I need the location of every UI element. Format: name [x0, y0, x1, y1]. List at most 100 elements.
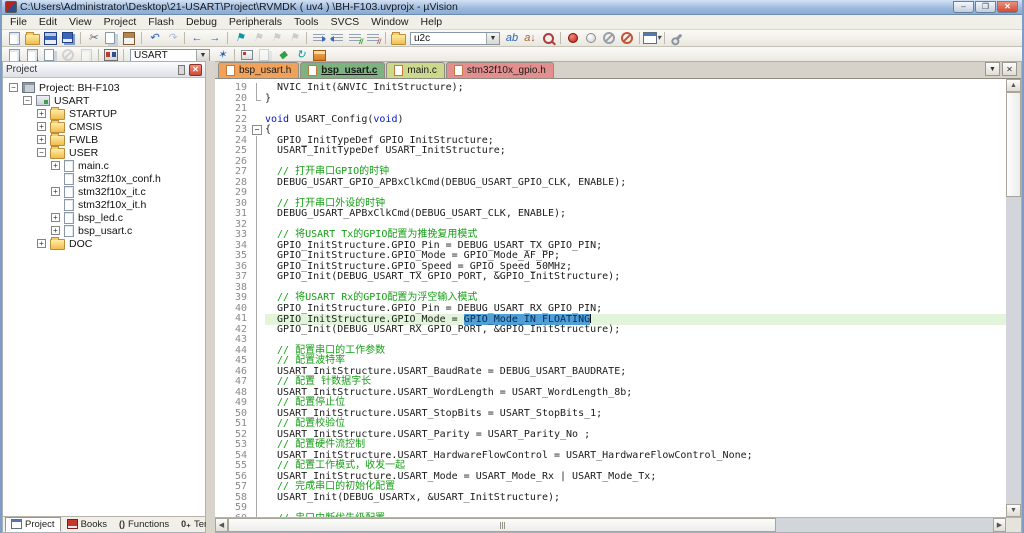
navigate-forward-button[interactable]: → [206, 31, 224, 45]
pin-icon[interactable] [178, 65, 185, 75]
paste-button[interactable] [120, 31, 138, 45]
menu-window[interactable]: Window [365, 15, 414, 29]
tree-item-stm32f10x-conf-h[interactable]: stm32f10x_conf.h [3, 172, 205, 185]
code-line-25[interactable]: 25 USART_InitTypeDef USART_InitStructure… [215, 146, 1006, 157]
breakpoints-disable-all-button[interactable] [600, 31, 618, 45]
uncomment-selection-button[interactable] [364, 31, 382, 45]
collapse-icon[interactable]: − [23, 96, 32, 105]
options-for-target-button[interactable]: ✶ [213, 48, 231, 62]
panel-close-icon[interactable]: ✕ [189, 64, 202, 76]
fold-collapse-icon[interactable] [252, 125, 265, 136]
code-text[interactable]: GPIO_Init(DEBUG_USART_RX_GPIO_PORT, &GPI… [265, 325, 1006, 336]
navigate-back-button[interactable]: ← [188, 31, 206, 45]
expand-icon[interactable]: + [37, 122, 46, 131]
scroll-right-button[interactable]: ▶ [993, 518, 1006, 532]
code-text[interactable]: // 串口中断优先级配置 [265, 514, 1006, 518]
code-line-31[interactable]: 31 DEBUG_USART_APBxClkCmd(DEBUG_USART_CL… [215, 209, 1006, 220]
download-button[interactable] [102, 48, 120, 62]
refresh-button[interactable]: ↻ [292, 48, 310, 62]
code-area[interactable]: 19 NVIC_Init(&NVIC_InitStructure);20}212… [215, 79, 1006, 517]
panel-tab-functions[interactable]: ()Functions [113, 517, 175, 532]
tree-item-cmsis[interactable]: +CMSIS [3, 120, 205, 133]
panel-tab-project[interactable]: Project [5, 517, 61, 532]
code-text[interactable]: DEBUG_USART_GPIO_APBxClkCmd(DEBUG_USART_… [265, 178, 1006, 189]
code-text[interactable]: NVIC_Init(&NVIC_InitStructure); [265, 83, 1006, 94]
tree-item-fwlb[interactable]: +FWLB [3, 133, 205, 146]
tree-item-user[interactable]: −USER [3, 146, 205, 159]
code-text[interactable]: GPIO_InitStructure.GPIO_Pin = DEBUG_USAR… [265, 304, 1006, 315]
code-text[interactable]: } [265, 94, 1006, 105]
code-line-28[interactable]: 28 DEBUG_USART_GPIO_APBxClkCmd(DEBUG_USA… [215, 178, 1006, 189]
horizontal-scroll-track[interactable] [776, 518, 993, 532]
breakpoints-kill-all-button[interactable] [618, 31, 636, 45]
find-next-button[interactable]: ab [503, 31, 521, 45]
code-line-22[interactable]: 22void USART_Config(void) [215, 115, 1006, 126]
menu-help[interactable]: Help [415, 15, 449, 29]
menu-view[interactable]: View [63, 15, 98, 29]
chevron-down-icon[interactable]: ▼ [196, 50, 209, 61]
expand-icon[interactable]: + [51, 226, 60, 235]
pack-installer-button[interactable] [310, 48, 328, 62]
menu-file[interactable]: File [4, 15, 33, 29]
horizontal-scroll-thumb[interactable] [228, 518, 776, 532]
vertical-scroll-thumb[interactable] [1006, 92, 1021, 197]
tab-list-dropdown-icon[interactable]: ▼ [985, 62, 1000, 76]
tree-item-startup[interactable]: +STARTUP [3, 107, 205, 120]
indent-right-button[interactable] [310, 31, 328, 45]
code-text[interactable]: void USART_Config(void) [265, 115, 1006, 126]
tree-item-main-c[interactable]: +main.c [3, 159, 205, 172]
tree-item-doc[interactable]: +DOC [3, 237, 205, 250]
build-button[interactable] [23, 48, 41, 62]
save-all-button[interactable] [59, 31, 77, 45]
batch-build-button[interactable] [59, 48, 77, 62]
code-text[interactable]: USART_InitStructure.USART_StopBits = USA… [265, 409, 1006, 420]
search-combo[interactable]: u2c▼ [410, 32, 500, 45]
scroll-down-button[interactable]: ▼ [1006, 504, 1021, 517]
expand-icon[interactable]: + [37, 239, 46, 248]
expand-icon[interactable]: + [37, 109, 46, 118]
code-text[interactable]: USART_InitStructure.USART_WordLength = U… [265, 388, 1006, 399]
bookmark-prev-button[interactable]: ⚑ [249, 31, 267, 45]
collapse-icon[interactable]: − [9, 83, 18, 92]
new-file-button[interactable] [5, 31, 23, 45]
code-line-58[interactable]: 58 USART_Init(DEBUG_USARTx, &USART_InitS… [215, 493, 1006, 504]
comment-selection-button[interactable] [346, 31, 364, 45]
translate-file-button[interactable] [5, 48, 23, 62]
bookmark-toggle-button[interactable]: ⚑ [231, 31, 249, 45]
editor-tab-main-c[interactable]: main.c [386, 62, 444, 78]
tree-item-project-bh-f103[interactable]: −Project: BH-F103 [3, 81, 205, 94]
panel-tab-books[interactable]: Books [61, 517, 113, 532]
find-in-files-button[interactable] [389, 31, 407, 45]
menu-edit[interactable]: Edit [33, 15, 63, 29]
expand-icon[interactable]: + [37, 135, 46, 144]
open-file-button[interactable] [23, 31, 41, 45]
code-text[interactable]: GPIO_Init(DEBUG_USART_TX_GPIO_PORT, &GPI… [265, 272, 1006, 283]
breakpoint-insert-button[interactable] [564, 31, 582, 45]
tree-item-stm32f10x-it-c[interactable]: +stm32f10x_it.c [3, 185, 205, 198]
code-line-60[interactable]: 60 // 串口中断优先级配置 [215, 514, 1006, 518]
redo-button[interactable]: ↷ [163, 31, 181, 45]
runtime-environment-button[interactable]: ◆ [274, 48, 292, 62]
scroll-up-button[interactable]: ▲ [1006, 79, 1021, 92]
close-button[interactable]: ✕ [997, 1, 1018, 13]
code-line-42[interactable]: 42 GPIO_Init(DEBUG_USART_RX_GPIO_PORT, &… [215, 325, 1006, 336]
menu-project[interactable]: Project [98, 15, 143, 29]
expand-icon[interactable]: + [51, 187, 60, 196]
panel-splitter[interactable] [206, 61, 215, 533]
save-button[interactable] [41, 31, 59, 45]
chevron-down-icon[interactable]: ▼ [486, 33, 499, 44]
collapse-icon[interactable]: − [37, 148, 46, 157]
bookmark-clear-button[interactable]: ⚑ [285, 31, 303, 45]
code-line-20[interactable]: 20} [215, 94, 1006, 105]
tree-item-bsp-usart-c[interactable]: +bsp_usart.c [3, 224, 205, 237]
bookmark-next-button[interactable]: ⚑ [267, 31, 285, 45]
copy-button[interactable] [102, 31, 120, 45]
target-select[interactable]: USART▼ [130, 49, 210, 62]
code-line-40[interactable]: 40 GPIO_InitStructure.GPIO_Pin = DEBUG_U… [215, 304, 1006, 315]
undo-button[interactable]: ↶ [145, 31, 163, 45]
menu-peripherals[interactable]: Peripherals [223, 15, 288, 29]
expand-icon[interactable]: + [51, 161, 60, 170]
vertical-scroll-track[interactable] [1006, 197, 1021, 504]
tree-item-stm32f10x-it-h[interactable]: stm32f10x_it.h [3, 198, 205, 211]
file-extensions-button[interactable] [238, 48, 256, 62]
